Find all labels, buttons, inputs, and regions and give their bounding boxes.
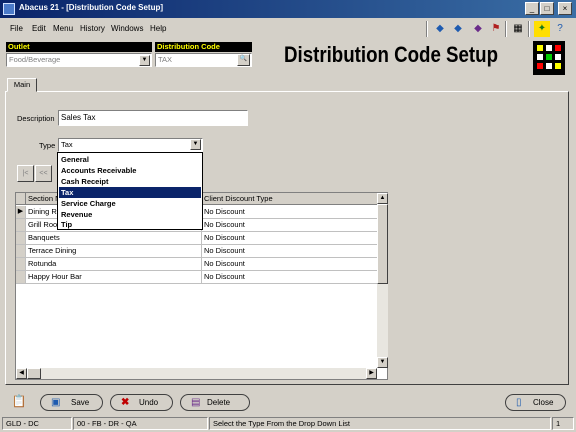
status-count: 1 bbox=[552, 417, 574, 430]
undo-button-label: Undo bbox=[139, 398, 159, 407]
description-field[interactable]: Sales Tax bbox=[58, 110, 248, 126]
type-dropdown-list: General Accounts Receivable Cash Receipt… bbox=[57, 152, 203, 230]
discount-type-cell[interactable]: No Discount bbox=[202, 258, 378, 270]
row-header bbox=[16, 271, 26, 283]
calculator-icon[interactable]: ▦ bbox=[510, 21, 526, 37]
notes-icon[interactable]: 📋 bbox=[10, 392, 28, 410]
menu-menu[interactable]: Menu bbox=[53, 24, 73, 33]
menu-help[interactable]: Help bbox=[150, 24, 166, 33]
status-message: Select the Type From the Drop Down List bbox=[209, 417, 551, 430]
window-title: Abacus 21 - [Distribution Code Setup] bbox=[19, 3, 164, 12]
type-option-general[interactable]: General bbox=[59, 154, 201, 165]
section-cell[interactable]: Banquets bbox=[26, 232, 202, 244]
scroll-down-icon[interactable]: ▼ bbox=[377, 357, 388, 368]
row-header bbox=[16, 219, 26, 231]
table-row[interactable]: Terrace Dining No Discount bbox=[16, 245, 378, 258]
company-logo-icon bbox=[533, 41, 565, 75]
outlet-label: Outlet bbox=[6, 42, 152, 52]
door-icon: ▯ bbox=[516, 397, 522, 408]
first-record-button[interactable]: |< bbox=[17, 165, 34, 182]
discount-type-cell[interactable]: No Discount bbox=[202, 232, 378, 244]
close-button[interactable]: ▯ Close bbox=[505, 394, 566, 411]
scroll-up-icon[interactable]: ▲ bbox=[377, 193, 388, 204]
toolbar-separator-3 bbox=[528, 21, 530, 37]
menu-file[interactable]: File bbox=[10, 24, 23, 33]
gem-icon[interactable]: ◆ bbox=[470, 21, 486, 37]
column-header-discount-type[interactable]: Client Discount Type bbox=[202, 193, 378, 205]
vertical-scrollbar[interactable]: ▲ ▼ bbox=[377, 193, 388, 368]
type-label: Type bbox=[39, 141, 56, 150]
type-option-tip[interactable]: Tip bbox=[59, 219, 201, 230]
save-button[interactable]: ▣ Save bbox=[40, 394, 103, 411]
type-option-service-charge[interactable]: Service Charge bbox=[59, 198, 201, 209]
previous-record-button[interactable]: << bbox=[35, 165, 52, 182]
row-header bbox=[16, 245, 26, 257]
discount-type-cell[interactable]: No Discount bbox=[202, 219, 378, 231]
type-option-accounts-receivable[interactable]: Accounts Receivable bbox=[59, 165, 201, 176]
save-icon: ▣ bbox=[51, 397, 61, 408]
toolbar-separator bbox=[426, 21, 428, 37]
status-path: 00 - FB - DR - QA bbox=[73, 417, 208, 430]
discount-type-cell[interactable]: No Discount bbox=[202, 206, 378, 218]
row-header bbox=[16, 258, 26, 270]
outlet-field[interactable]: Food/Beverage bbox=[6, 53, 152, 67]
section-cell[interactable]: Rotunda bbox=[26, 258, 202, 270]
row-pointer-icon: ▶ bbox=[16, 206, 26, 218]
table-row[interactable]: Rotunda No Discount bbox=[16, 258, 378, 271]
minimize-button[interactable]: _ bbox=[525, 2, 539, 15]
exit-person-icon[interactable]: ✦ bbox=[534, 21, 550, 37]
search-icon[interactable]: 🔍 bbox=[237, 54, 250, 66]
tab-main[interactable]: Main bbox=[7, 78, 37, 92]
section-cell[interactable]: Happy Hour Bar bbox=[26, 271, 202, 283]
delete-icon: ▤ bbox=[191, 397, 201, 408]
menu-edit[interactable]: Edit bbox=[32, 24, 46, 33]
horizontal-scrollbar[interactable]: ◀ ▶ bbox=[16, 368, 377, 379]
vertical-scroll-thumb[interactable] bbox=[377, 204, 388, 284]
undo-x-icon: ✖ bbox=[121, 397, 130, 408]
row-header bbox=[16, 232, 26, 244]
type-select[interactable]: Tax bbox=[58, 138, 203, 152]
scroll-left-icon[interactable]: ◀ bbox=[16, 368, 27, 379]
type-chevron-down-icon[interactable]: ▼ bbox=[190, 139, 201, 150]
menu-windows[interactable]: Windows bbox=[111, 24, 143, 33]
grid-corner bbox=[16, 193, 26, 205]
close-button-label: Close bbox=[533, 398, 554, 407]
help-question-icon[interactable]: ? bbox=[552, 21, 568, 37]
type-option-cash-receipt[interactable]: Cash Receipt bbox=[59, 176, 201, 187]
app-icon bbox=[3, 3, 15, 15]
runner-icon[interactable]: ⚑ bbox=[488, 21, 504, 37]
chevron-down-icon[interactable]: ▼ bbox=[139, 55, 150, 66]
menu-history[interactable]: History bbox=[80, 24, 105, 33]
type-option-tax[interactable]: Tax bbox=[59, 187, 201, 198]
discount-type-cell[interactable]: No Discount bbox=[202, 271, 378, 283]
status-company: GLD - DC bbox=[2, 417, 72, 430]
page-title: Distribution Code Setup bbox=[284, 42, 499, 67]
table-row[interactable]: Happy Hour Bar No Discount bbox=[16, 271, 378, 284]
scroll-right-icon[interactable]: ▶ bbox=[366, 368, 377, 379]
delete-button-label: Delete bbox=[207, 398, 231, 407]
status-bar: GLD - DC 00 - FB - DR - QA Select the Ty… bbox=[0, 416, 576, 432]
save-button-label: Save bbox=[71, 398, 90, 407]
distribution-code-label: Distribution Code bbox=[155, 42, 252, 52]
table-row[interactable]: Banquets No Discount bbox=[16, 232, 378, 245]
description-label: Description bbox=[17, 114, 55, 123]
toolbar-separator-2 bbox=[505, 21, 507, 37]
back-arrow-icon[interactable]: ◆ bbox=[432, 21, 448, 37]
undo-button[interactable]: ✖ Undo bbox=[110, 394, 173, 411]
maximize-button[interactable]: □ bbox=[540, 2, 554, 15]
discount-type-cell[interactable]: No Discount bbox=[202, 245, 378, 257]
delete-button[interactable]: ▤ Delete bbox=[180, 394, 250, 411]
forward-arrow-icon[interactable]: ◆ bbox=[450, 21, 466, 37]
close-window-button[interactable]: × bbox=[558, 2, 572, 15]
section-cell[interactable]: Terrace Dining bbox=[26, 245, 202, 257]
horizontal-scroll-thumb[interactable] bbox=[27, 368, 41, 379]
title-bar: Abacus 21 - [Distribution Code Setup] _ … bbox=[0, 0, 576, 18]
